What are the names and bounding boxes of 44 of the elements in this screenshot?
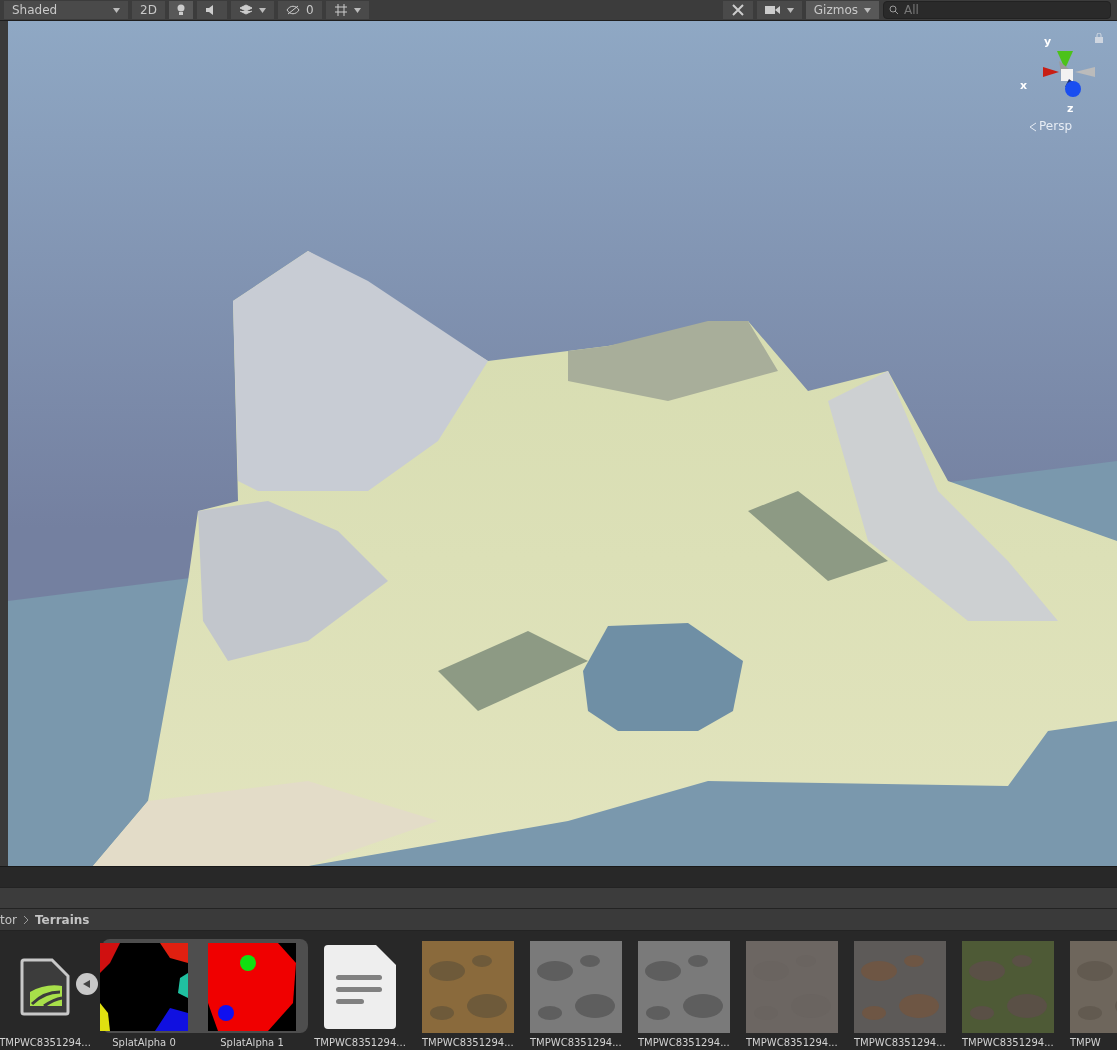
axis-label: z	[1067, 102, 1074, 115]
caret-icon	[258, 7, 266, 13]
asset-label: TMPWC8351294...	[746, 1037, 838, 1048]
effects-dropdown[interactable]	[230, 1, 274, 19]
asset-label: TMPWC8351294...	[854, 1037, 946, 1048]
2d-toggle[interactable]: 2D	[132, 1, 165, 19]
arrow-left-icon	[82, 979, 92, 989]
caret-icon	[786, 7, 794, 13]
gizmos-dropdown[interactable]: Gizmos	[805, 1, 879, 19]
breadcrumb-item[interactable]: Terrains	[35, 912, 90, 927]
breadcrumb-item[interactable]: tor	[0, 912, 17, 927]
grid-dropdown[interactable]	[325, 1, 369, 19]
audio-toggle[interactable]	[196, 1, 227, 19]
asset-label: TMPWC8351294...	[0, 1037, 91, 1048]
collapse-button[interactable]	[76, 973, 98, 995]
caret-icon	[353, 7, 361, 13]
asset-label: SplatAlpha 0	[112, 1037, 176, 1048]
camera-dropdown[interactable]	[756, 1, 802, 19]
caret-icon	[113, 7, 120, 13]
lighting-toggle[interactable]	[168, 1, 193, 19]
asset-label: TMPW	[1070, 1037, 1101, 1048]
chevron-left-icon	[1029, 122, 1037, 132]
tools-button[interactable]	[722, 1, 753, 19]
grid-icon	[333, 4, 348, 16]
search-field[interactable]: All	[883, 1, 1111, 19]
tools-icon	[730, 3, 745, 17]
hidden-objects-toggle[interactable]: 0	[277, 1, 322, 19]
axis-label: x	[1020, 79, 1028, 92]
asset-label: TMPWC8351294...	[422, 1037, 514, 1048]
asset-label: SplatAlpha 1	[220, 1037, 284, 1048]
chevron-right-icon	[23, 914, 29, 925]
asset-label: TMPWC8351294...	[962, 1037, 1054, 1048]
draw-mode-dropdown[interactable]: Shaded	[4, 1, 128, 19]
asset-label: TMPWC8351294...	[530, 1037, 622, 1048]
axis-label: y	[1044, 35, 1052, 48]
eye-slash-icon	[285, 5, 300, 15]
layers-icon	[238, 4, 253, 16]
bulb-icon	[176, 4, 185, 16]
asset-label: TMPWC8351294...	[314, 1037, 406, 1048]
terrain-file-icon	[20, 958, 70, 1016]
camera-icon	[764, 5, 781, 15]
asset-label: TMPWC8351294...	[638, 1037, 730, 1048]
document-icon	[324, 945, 396, 1029]
caret-icon	[864, 7, 871, 13]
